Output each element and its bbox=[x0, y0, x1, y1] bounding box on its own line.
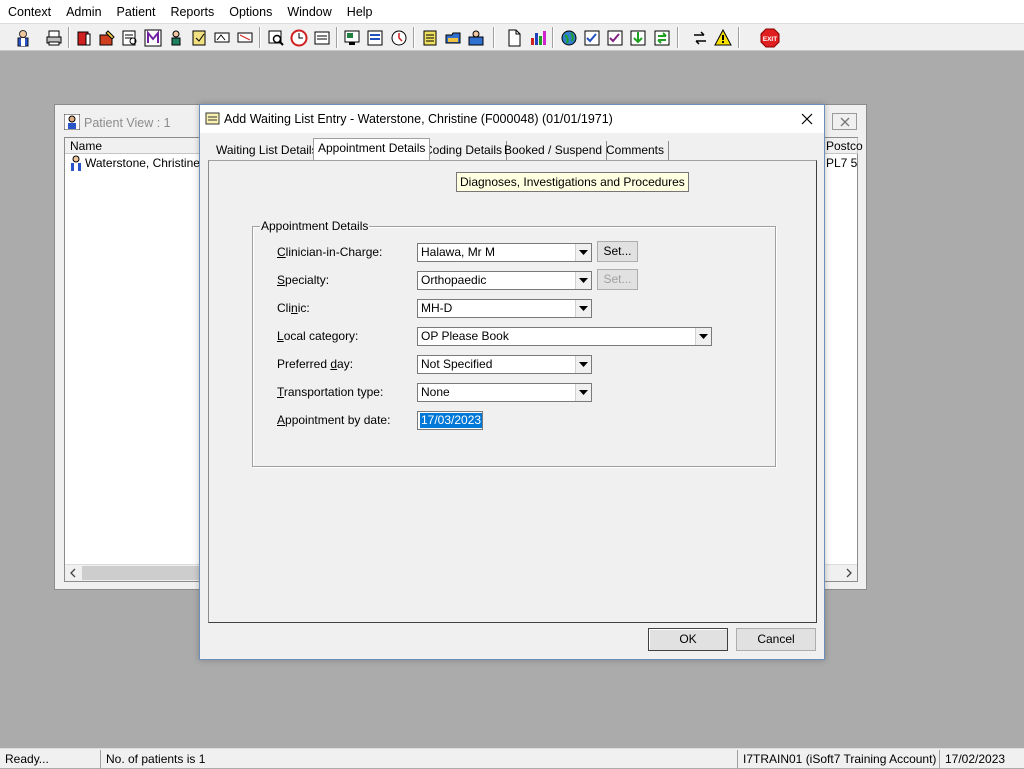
chevron-down-icon[interactable] bbox=[695, 328, 711, 345]
menu-reports[interactable]: Reports bbox=[162, 0, 221, 24]
close-icon bbox=[801, 113, 813, 125]
scroll-left-icon[interactable] bbox=[69, 567, 77, 582]
status-account: I7TRAIN01 (iSoft7 Training Account) bbox=[737, 750, 939, 769]
group-label: Appointment Details bbox=[260, 219, 370, 233]
card-icon[interactable] bbox=[311, 27, 332, 48]
clinician-label: Clinician-in-Charge: bbox=[277, 245, 383, 259]
local-category-select[interactable]: OP Please Book bbox=[417, 327, 712, 346]
patient-view-title: Patient View : 1 bbox=[84, 116, 171, 130]
patient-postcode-cell: PL7 5L bbox=[826, 156, 858, 170]
clinician-select[interactable]: Halawa, Mr M bbox=[417, 243, 592, 262]
patient-row-icon bbox=[68, 155, 84, 174]
column-header-postcode[interactable]: Postco bbox=[825, 138, 863, 154]
status-patient-count: No. of patients is 1 bbox=[100, 750, 734, 769]
swap-arrows-icon[interactable] bbox=[689, 27, 710, 48]
document-search-icon[interactable] bbox=[119, 27, 140, 48]
list-icon[interactable] bbox=[364, 27, 385, 48]
exit-icon[interactable]: EXIT bbox=[759, 27, 780, 48]
ok-button[interactable]: OK bbox=[648, 628, 728, 651]
patient-view-icon bbox=[63, 113, 81, 133]
scrollbar-thumb[interactable] bbox=[82, 566, 200, 580]
magnifier-icon[interactable] bbox=[265, 27, 286, 48]
close-icon bbox=[840, 117, 849, 126]
patient-view-close-button[interactable] bbox=[832, 113, 857, 130]
clinic-label: Clinic: bbox=[277, 301, 310, 315]
toolbar: EXIT bbox=[0, 24, 1024, 51]
appointment-date-label: Appointment by date: bbox=[277, 413, 391, 427]
flag-icon[interactable] bbox=[211, 27, 232, 48]
menu-window[interactable]: Window bbox=[279, 0, 338, 24]
column-header-name[interactable]: Name bbox=[65, 138, 200, 154]
add-waiting-list-dialog[interactable]: Add Waiting List Entry - Waterstone, Chr… bbox=[199, 104, 825, 660]
printer-icon[interactable] bbox=[43, 27, 64, 48]
refresh-list-icon[interactable] bbox=[651, 27, 672, 48]
book-icon[interactable] bbox=[73, 27, 94, 48]
patient-name-cell: Waterstone, Christine... bbox=[85, 156, 200, 170]
chevron-down-icon[interactable] bbox=[575, 272, 591, 289]
page-icon[interactable] bbox=[503, 27, 524, 48]
slides-icon[interactable] bbox=[341, 27, 362, 48]
appointment-details-group bbox=[252, 226, 776, 467]
status-bar: Ready... No. of patients is 1 I7TRAIN01 … bbox=[0, 748, 1024, 769]
notepad-icon bbox=[205, 111, 220, 129]
menu-admin[interactable]: Admin bbox=[58, 0, 108, 24]
chevron-down-icon[interactable] bbox=[575, 244, 591, 261]
tab-booked-suspend[interactable]: Booked / Suspend bbox=[500, 141, 608, 161]
chevron-down-icon[interactable] bbox=[575, 300, 591, 317]
checklist-edit-icon[interactable] bbox=[604, 27, 625, 48]
user-icon[interactable] bbox=[12, 27, 33, 48]
warning-icon[interactable] bbox=[712, 27, 733, 48]
tab-waiting-list-details[interactable]: Waiting List Details bbox=[212, 141, 323, 161]
menu-options[interactable]: Options bbox=[221, 0, 279, 24]
menu-bar: Context Admin Patient Reports Options Wi… bbox=[0, 0, 1024, 24]
cancel-button[interactable]: Cancel bbox=[736, 628, 816, 651]
scroll-right-icon[interactable] bbox=[845, 567, 853, 582]
specialty-set-button[interactable]: Set... bbox=[597, 269, 638, 290]
preferred-day-select[interactable]: Not Specified bbox=[417, 355, 592, 374]
bar-chart-icon[interactable] bbox=[527, 27, 548, 48]
local-category-label: Local category: bbox=[277, 329, 359, 343]
appointment-date-input[interactable]: 17/03/2023 bbox=[417, 411, 483, 430]
chevron-down-icon[interactable] bbox=[575, 384, 591, 401]
tab-comments[interactable]: Comments bbox=[602, 141, 670, 161]
clock-forward-icon[interactable] bbox=[388, 27, 409, 48]
letter-m-icon[interactable] bbox=[142, 27, 163, 48]
tooltip: Diagnoses, Investigations and Procedures bbox=[456, 172, 689, 192]
flag-alt-icon[interactable] bbox=[234, 27, 255, 48]
specialty-label: Specialty: bbox=[277, 273, 330, 287]
dialog-titlebar[interactable]: Add Waiting List Entry - Waterstone, Chr… bbox=[200, 105, 824, 133]
menu-context[interactable]: Context bbox=[0, 0, 58, 24]
person-icon[interactable] bbox=[165, 27, 186, 48]
preferred-day-label: Preferred day: bbox=[277, 357, 354, 371]
tab-appointment-details[interactable]: Appointment Details bbox=[313, 138, 431, 160]
notebook-icon[interactable] bbox=[188, 27, 209, 48]
clinician-set-button[interactable]: Set... bbox=[597, 241, 638, 262]
globe-icon[interactable] bbox=[558, 27, 579, 48]
chevron-down-icon[interactable] bbox=[575, 356, 591, 373]
dialog-close-button[interactable] bbox=[796, 109, 818, 129]
specialty-select[interactable]: Orthopaedic bbox=[417, 271, 592, 290]
tab-coding-details[interactable]: Coding Details bbox=[420, 141, 508, 161]
notepad-icon[interactable] bbox=[419, 27, 440, 48]
transportation-label: Transportation type: bbox=[277, 385, 384, 399]
menu-help[interactable]: Help bbox=[339, 0, 380, 24]
checklist-icon[interactable] bbox=[581, 27, 602, 48]
folder-user-icon[interactable] bbox=[465, 27, 486, 48]
menu-patient[interactable]: Patient bbox=[109, 0, 163, 24]
clock-icon[interactable] bbox=[288, 27, 309, 48]
status-ready: Ready... bbox=[5, 752, 49, 766]
clinic-select[interactable]: MH-D bbox=[417, 299, 592, 318]
status-date: 17/02/2023 bbox=[939, 750, 1024, 769]
arrow-down-list-icon[interactable] bbox=[627, 27, 648, 48]
transportation-select[interactable]: None bbox=[417, 383, 592, 402]
folder-open-icon[interactable] bbox=[442, 27, 463, 48]
dialog-title: Add Waiting List Entry - Waterstone, Chr… bbox=[224, 112, 613, 126]
folder-edit-icon[interactable] bbox=[96, 27, 117, 48]
svg-text:EXIT: EXIT bbox=[762, 36, 776, 43]
